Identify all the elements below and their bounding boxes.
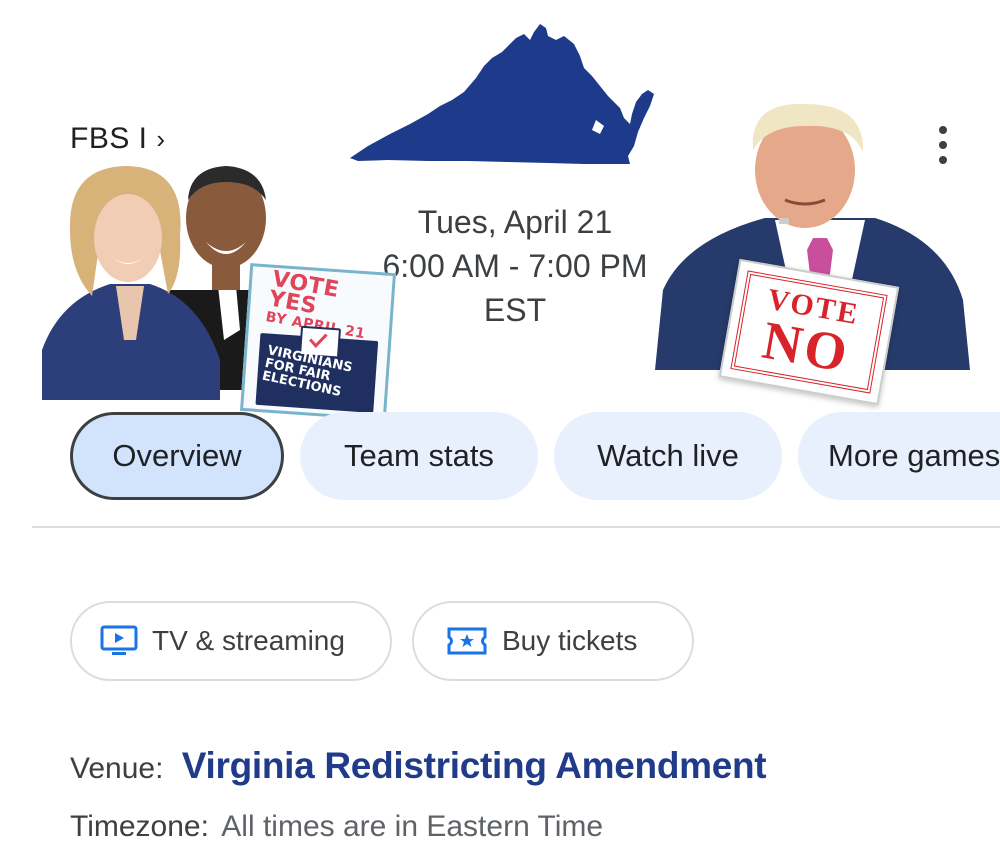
league-name: FBS I bbox=[70, 122, 148, 155]
home-team-photo bbox=[42, 166, 275, 400]
tab-more-games[interactable]: More games bbox=[798, 412, 1000, 500]
event-time: 6:00 AM - 7:00 PM bbox=[382, 248, 648, 284]
vote-yes-sign: VOTE YES BY APRIL 21 VIRGINIANS FOR FAIR… bbox=[240, 263, 396, 421]
no-line2: NO bbox=[758, 309, 855, 384]
venue-label: Venue: bbox=[70, 752, 164, 785]
event-date: Tues, April 21 bbox=[417, 204, 613, 240]
timezone-value: All times are in Eastern Time bbox=[221, 810, 604, 843]
buy-tickets-label: Buy tickets bbox=[502, 625, 638, 656]
chevron-right-icon: › bbox=[156, 124, 166, 154]
venue-row: Venue: Virginia Redistricting Amendment bbox=[70, 745, 767, 787]
timezone-label: Timezone: bbox=[70, 810, 209, 843]
tab-watch-live[interactable]: Watch live bbox=[554, 412, 782, 500]
tv-streaming-button[interactable]: TV & streaming bbox=[70, 601, 392, 681]
ticket-icon bbox=[447, 627, 487, 655]
timezone-row: Timezone: All times are in Eastern Time bbox=[70, 810, 603, 844]
venue-link[interactable]: Virginia Redistricting Amendment bbox=[182, 745, 767, 786]
virginia-map bbox=[350, 24, 654, 164]
tv-icon bbox=[100, 625, 138, 655]
event-timezone: EST bbox=[483, 292, 547, 328]
event-datetime: Tues, April 21 6:00 AM - 7:00 PM EST bbox=[350, 200, 680, 332]
buy-tickets-button[interactable]: Buy tickets bbox=[412, 601, 694, 681]
league-label[interactable]: FBS I › bbox=[70, 122, 166, 156]
tv-streaming-label: TV & streaming bbox=[152, 625, 345, 656]
tab-overview[interactable]: Overview bbox=[70, 412, 284, 500]
tab-team-stats[interactable]: Team stats bbox=[300, 412, 538, 500]
tab-bar: Overview Team stats Watch live More game… bbox=[70, 412, 1000, 502]
divider bbox=[32, 526, 1000, 528]
